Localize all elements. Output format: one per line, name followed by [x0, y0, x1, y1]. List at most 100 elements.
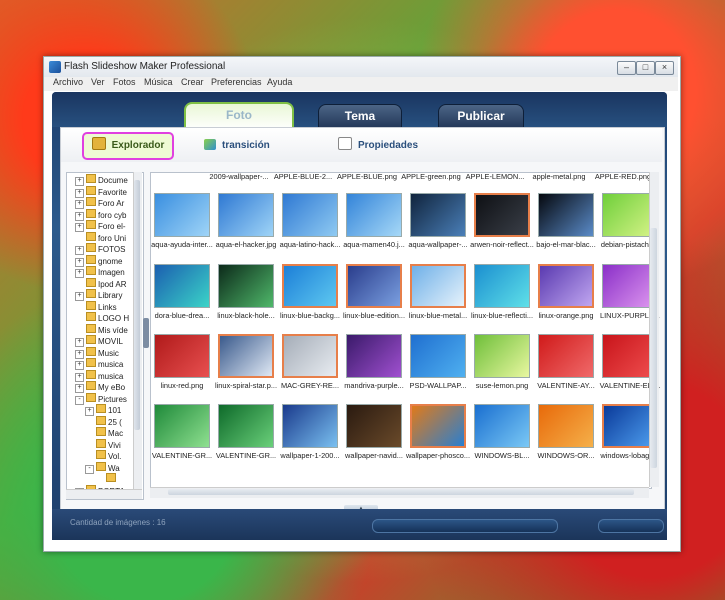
image-thumbnail[interactable] [346, 193, 402, 237]
image-thumbnail[interactable] [474, 334, 530, 378]
tree-item-label: 101 [108, 406, 122, 415]
close-icon[interactable]: × [655, 61, 674, 75]
folder-icon [86, 300, 96, 310]
tree-item[interactable]: + Favorite [75, 185, 127, 198]
folder-icon [86, 289, 96, 298]
image-caption: VALENTINE-AY... [537, 381, 595, 390]
tree-item[interactable]: Ipod AR [75, 277, 127, 289]
folder-icon [86, 197, 96, 206]
image-caption: wallpaper-phosco... [405, 451, 471, 460]
menu-item[interactable]: Fotos [113, 77, 136, 87]
tree-item[interactable]: + gnome [75, 254, 122, 267]
tree-item[interactable]: + Foro el- [75, 220, 126, 232]
image-thumbnail[interactable] [218, 264, 274, 308]
image-thumbnail[interactable] [154, 334, 210, 378]
tree-hscrollbar[interactable] [66, 489, 142, 499]
tree-item[interactable]: Vol. [85, 450, 121, 461]
image-thumbnail[interactable] [218, 404, 274, 448]
menu-item[interactable]: Crear [181, 77, 204, 87]
image-thumbnail[interactable] [346, 404, 402, 448]
image-thumbnail[interactable] [154, 264, 210, 308]
image-thumbnail[interactable] [410, 264, 466, 308]
tree-item[interactable]: + musica [75, 369, 123, 382]
tab-foto[interactable]: Foto [184, 102, 294, 130]
image-thumbnail[interactable] [282, 193, 338, 237]
tree-scroll-thumb[interactable] [134, 180, 140, 430]
menu-item[interactable]: Ver [91, 77, 105, 87]
tree-item[interactable]: + FOTOS [75, 243, 125, 255]
image-thumbnail[interactable] [538, 334, 594, 378]
tree-item[interactable]: + Library [75, 289, 122, 301]
image-thumbnail[interactable] [282, 334, 338, 378]
image-thumbnail[interactable] [218, 334, 274, 378]
image-caption: wallpaper-navid... [345, 451, 403, 460]
image-thumbnail[interactable] [410, 334, 466, 378]
grid-scroll-thumb[interactable] [650, 228, 657, 468]
image-count-status: Cantidad de imágenes : 16 [70, 518, 166, 527]
tree-item[interactable]: Mis víde [75, 323, 128, 335]
image-caption: WINDOWS-BL... [474, 451, 530, 460]
tab-tema[interactable]: Tema [318, 104, 402, 128]
menu-item[interactable]: Preferencias [211, 77, 262, 87]
panel-splitter[interactable] [143, 318, 149, 348]
tree-item[interactable]: + MOVIL [75, 335, 123, 347]
tree-item[interactable]: + musica [75, 358, 123, 370]
tree-item-label: MOVIL [98, 337, 123, 346]
image-thumbnail[interactable] [154, 193, 210, 237]
menu-item[interactable]: Ayuda [267, 77, 292, 87]
tree-item[interactable]: + Imagen [75, 266, 125, 278]
image-thumbnail[interactable] [474, 193, 530, 237]
image-caption: MAC-GREY-RE... [280, 381, 340, 390]
image-thumbnail[interactable] [154, 404, 210, 448]
tree-item[interactable]: LOGO H [75, 312, 129, 323]
tree-item[interactable]: + Music [75, 346, 119, 359]
image-caption: wallpaper-1-200... [280, 451, 340, 460]
image-caption: linux-orange.png [538, 311, 594, 320]
tree-item[interactable]: Links [75, 300, 117, 312]
image-thumbnail[interactable] [346, 264, 402, 308]
image-thumbnail[interactable] [282, 264, 338, 308]
image-thumbnail[interactable] [538, 264, 594, 308]
tree-item[interactable] [95, 473, 118, 484]
tree-item-label: Mac [108, 429, 124, 438]
collapse-icon[interactable]: - [75, 395, 84, 405]
tree-item[interactable]: + Docume [75, 174, 128, 186]
tree-item[interactable]: 25 ( [85, 415, 122, 427]
menu-item[interactable]: Archivo [53, 77, 83, 87]
grid-hscroll-thumb[interactable] [168, 489, 634, 495]
app-icon [49, 61, 61, 73]
folder-icon [86, 392, 96, 402]
minimize-icon[interactable]: – [617, 61, 636, 75]
subtab-propiedades[interactable]: Propiedades [338, 137, 418, 155]
image-thumbnail[interactable] [218, 193, 274, 237]
image-caption: aqua-latino-hack... [279, 240, 341, 249]
tree-item[interactable]: + My eBo [75, 381, 125, 393]
tree-item[interactable]: Mac [85, 427, 123, 438]
image-thumbnail[interactable] [474, 264, 530, 308]
image-thumbnail[interactable] [282, 404, 338, 448]
tree-item[interactable]: + Foro Ar [75, 197, 124, 209]
maximize-icon[interactable]: □ [636, 61, 655, 75]
tree-item[interactable]: - Pictures [75, 392, 127, 405]
image-thumbnail[interactable] [538, 404, 594, 448]
image-caption: linux-blue-reflecti... [470, 311, 534, 320]
folder-icon [86, 369, 96, 379]
tab-publicar[interactable]: Publicar [438, 104, 524, 128]
tree-item[interactable]: +101 [85, 404, 122, 416]
tree-item[interactable]: - Wa [85, 461, 120, 474]
tree-item[interactable]: + foro cyb [75, 208, 126, 221]
tree-item-label: Ipod AR [98, 279, 127, 289]
tree-item[interactable]: Vivi [85, 438, 121, 450]
subtab-explorador[interactable]: Explorador [82, 132, 174, 160]
image-thumbnail[interactable] [474, 404, 530, 448]
image-thumbnail[interactable] [410, 193, 466, 237]
image-thumbnail[interactable] [346, 334, 402, 378]
folder-icon [86, 231, 96, 241]
tree-item[interactable]: foro Uni [75, 231, 126, 243]
image-thumbnail[interactable] [538, 193, 594, 237]
subtab-transicion[interactable]: transición [204, 137, 270, 155]
image-caption: APPLE-green.png [401, 172, 461, 181]
image-thumbnail[interactable] [410, 404, 466, 448]
menu-item[interactable]: Música [144, 77, 173, 87]
collapse-icon[interactable]: - [85, 464, 94, 474]
